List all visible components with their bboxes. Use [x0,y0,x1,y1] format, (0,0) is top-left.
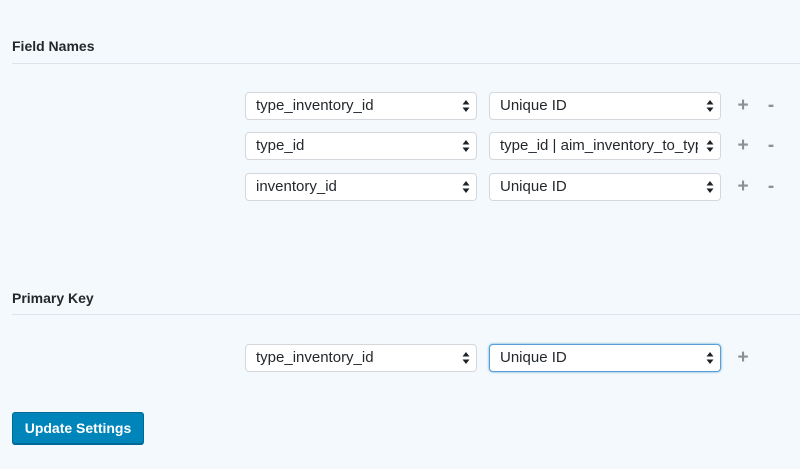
field-names-divider [12,63,800,64]
remove-row-button[interactable]: - [759,132,783,160]
add-row-button[interactable]: + [731,92,755,120]
field-row-2: type_id type_id | aim_inventory_to_type … [245,132,783,160]
add-primary-key-button[interactable]: + [731,344,755,372]
field-name-select[interactable]: inventory_id [245,173,477,201]
add-row-button[interactable]: + [731,132,755,160]
primary-key-field-select[interactable]: type_inventory_id [245,344,477,372]
field-source-select-value: Unique ID [500,97,567,114]
field-row-1: type_inventory_id Unique ID + - [245,92,783,120]
primary-key-divider [12,314,800,315]
select-arrows-icon [461,345,471,371]
update-settings-button[interactable]: Update Settings [12,412,144,444]
field-source-select[interactable]: Unique ID [489,173,721,201]
remove-row-button[interactable]: - [759,92,783,120]
field-source-select[interactable]: type_id | aim_inventory_to_type [489,132,721,160]
primary-key-row: type_inventory_id Unique ID + [245,344,755,372]
field-row-3: inventory_id Unique ID + - [245,173,783,201]
field-source-select-value: type_id | aim_inventory_to_type [500,137,698,154]
add-row-button[interactable]: + [731,173,755,201]
field-name-select-value: type_id [256,137,305,154]
field-source-select[interactable]: Unique ID [489,92,721,120]
select-arrows-icon [461,93,471,119]
primary-key-title: Primary Key [12,290,94,306]
select-arrows-icon [461,174,471,200]
field-name-select-value: type_inventory_id [256,97,374,114]
select-arrows-icon [705,93,715,119]
select-arrows-icon [705,133,715,159]
select-arrows-icon [461,133,471,159]
field-name-select[interactable]: type_inventory_id [245,92,477,120]
remove-row-button[interactable]: - [759,173,783,201]
primary-key-field-select-value: type_inventory_id [256,349,374,366]
field-source-select-value: Unique ID [500,178,567,195]
select-arrows-icon [705,174,715,200]
field-name-select-value: inventory_id [256,178,337,195]
primary-key-source-select-value: Unique ID [500,349,567,366]
field-names-title: Field Names [12,38,95,54]
select-arrows-icon [705,345,715,371]
primary-key-source-select[interactable]: Unique ID [489,344,721,372]
field-name-select[interactable]: type_id [245,132,477,160]
